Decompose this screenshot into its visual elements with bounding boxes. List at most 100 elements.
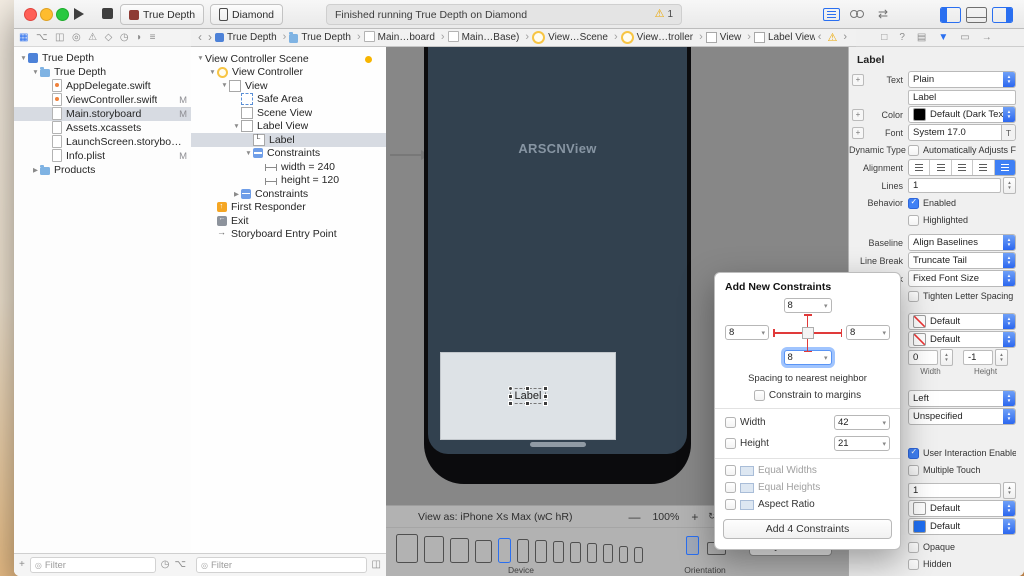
tighten-spacing-checkbox[interactable] [908, 291, 919, 302]
device-size-icon[interactable] [396, 534, 418, 563]
shadow-color-popup[interactable]: Default [908, 331, 1016, 348]
opaque-checkbox[interactable] [908, 542, 919, 553]
run-button[interactable] [74, 7, 92, 21]
navigator-tab-icon[interactable]: ◎ [72, 32, 81, 43]
top-spacing-field[interactable]: 8 [784, 298, 832, 313]
equal-widths-checkbox[interactable] [725, 465, 736, 476]
user-interaction-checkbox[interactable] [908, 448, 919, 459]
baseline-popup[interactable]: Align Baselines [908, 234, 1016, 251]
breadcrumb-item[interactable]: View…Scene [532, 31, 621, 44]
stop-button[interactable] [102, 8, 113, 19]
device-size-icon[interactable] [424, 536, 444, 563]
alignment-segmented-control[interactable] [908, 159, 1016, 176]
height-checkbox[interactable] [725, 438, 736, 449]
navigator-item[interactable]: ViewController.swift M [14, 93, 191, 107]
lines-field[interactable]: 1 [908, 178, 1001, 193]
scheme-selector[interactable]: True Depth [120, 4, 204, 25]
resize-handle[interactable] [525, 401, 530, 406]
disclosure-triangle-icon[interactable]: ▼ [208, 69, 217, 76]
aspect-ratio-checkbox[interactable] [725, 499, 736, 510]
navigator-tab-icon[interactable]: ◇ [105, 32, 113, 43]
outline-item[interactable]: Scene View [191, 106, 386, 120]
inspector-tab-icon[interactable]: ? [899, 32, 905, 43]
semantic-popup[interactable]: Unspecified [908, 408, 1016, 425]
navigator-tab-icon[interactable]: ≡ [150, 32, 156, 43]
inspector-tab-icon[interactable]: □ [881, 32, 887, 43]
run-destination-selector[interactable]: Diamond [210, 4, 283, 25]
breadcrumb-item[interactable]: View [706, 31, 754, 43]
outline-item[interactable]: ▼ Label View [191, 120, 386, 134]
breadcrumb-item[interactable]: Main…Base) [448, 31, 532, 43]
forward-button[interactable]: › [205, 31, 215, 43]
add-file-button[interactable]: + [19, 560, 25, 570]
disclosure-triangle-icon[interactable]: ▼ [196, 55, 205, 62]
navigator-item[interactable]: AppDelegate.swift [14, 79, 191, 93]
tint-color-popup[interactable]: Default [908, 518, 1016, 535]
zoom-in-button[interactable]: + [691, 510, 698, 524]
disclosure-triangle-icon[interactable]: ▼ [244, 150, 253, 157]
navigator-item[interactable]: ▶ Products [14, 163, 191, 177]
content-mode-popup[interactable]: Left [908, 390, 1016, 407]
navigator-item[interactable]: Assets.xcassets [14, 121, 191, 135]
navigator-filter-field[interactable]: ◎ Filter [30, 557, 156, 573]
resize-handle[interactable] [525, 386, 530, 391]
previous-issue-button[interactable]: ‹ [815, 32, 825, 43]
standard-editor-button[interactable] [820, 6, 842, 22]
highlighted-checkbox[interactable] [908, 215, 919, 226]
source-control-filter-icon[interactable]: ⌥ [174, 560, 186, 570]
equal-heights-checkbox[interactable] [725, 482, 736, 493]
trailing-spacing-field[interactable]: 8 [846, 325, 890, 340]
shadow-offset-width-field[interactable]: 0 [908, 350, 938, 365]
height-value-field[interactable]: 21 [834, 436, 890, 451]
bottom-spacing-field[interactable]: 8 [784, 350, 832, 365]
device-size-icon[interactable] [587, 543, 597, 563]
toggle-navigator-button[interactable] [940, 7, 961, 23]
multiple-touch-checkbox[interactable] [908, 465, 919, 476]
bottom-constraint-strut-icon[interactable] [807, 339, 809, 352]
resize-handle[interactable] [508, 394, 513, 399]
dynamic-type-checkbox[interactable] [908, 145, 919, 156]
align-natural-segment[interactable] [995, 160, 1015, 175]
breadcrumb-item[interactable]: Main…board [364, 31, 448, 43]
toggle-debug-area-button[interactable] [966, 7, 987, 23]
device-size-icon[interactable] [498, 538, 511, 563]
font-picker-icon[interactable]: T [1001, 125, 1015, 140]
breadcrumb-item[interactable]: True Depth [289, 31, 363, 43]
lines-stepper[interactable] [1003, 177, 1016, 194]
outline-item[interactable]: ▶ Constraints [191, 187, 386, 201]
navigator-item[interactable]: ▼ True Depth [14, 51, 191, 65]
inspector-tab-icon[interactable]: ▤ [917, 32, 926, 43]
issues-badge[interactable]: 1 [655, 9, 673, 20]
navigator-item[interactable]: Main.storyboard M [14, 107, 191, 121]
outline-item[interactable]: Label [191, 133, 386, 147]
add-variation-button[interactable] [852, 74, 864, 86]
inspector-tab-icon[interactable]: → [982, 32, 992, 43]
align-justified-segment[interactable] [973, 160, 994, 175]
align-center-segment[interactable] [930, 160, 951, 175]
device-size-icon[interactable] [603, 544, 613, 563]
width-checkbox[interactable] [725, 417, 736, 428]
activity-viewer[interactable]: Finished running True Depth on Diamond 1 [326, 4, 682, 25]
alpha-stepper[interactable] [1003, 482, 1016, 499]
outline-filter-field[interactable]: ◎ Filter [196, 557, 367, 573]
disclosure-triangle-icon[interactable]: ▼ [232, 123, 241, 130]
hide-outline-icon[interactable]: ◫ [372, 560, 381, 570]
disclosure-triangle-icon[interactable]: ▶ [232, 190, 241, 198]
disclosure-triangle-icon[interactable]: ▼ [19, 55, 28, 62]
add-variation-button[interactable] [852, 127, 864, 139]
shadow-height-stepper[interactable] [995, 349, 1008, 366]
device-size-icon[interactable] [634, 547, 643, 563]
font-field[interactable]: System 17.0T [908, 124, 1016, 141]
storyboard-entry-point-arrow-icon[interactable] [390, 154, 422, 156]
view-controller-view[interactable]: ARSCNView Label [428, 46, 687, 454]
outline-item[interactable]: ▼ View Controller [191, 66, 386, 80]
device-size-icon[interactable] [570, 542, 581, 563]
highlighted-color-popup[interactable]: Default [908, 313, 1016, 330]
issue-warning-icon[interactable] [827, 28, 837, 46]
text-color-popup[interactable]: Default (Dark Text… [908, 106, 1016, 123]
navigator-tab-icon[interactable]: ◗ [136, 32, 142, 43]
inspector-tab-icon[interactable]: ▭ [960, 32, 969, 43]
zoom-out-button[interactable]: — [628, 510, 640, 524]
version-editor-button[interactable]: ⇄ [872, 6, 894, 22]
top-constraint-strut-icon[interactable] [807, 314, 809, 327]
